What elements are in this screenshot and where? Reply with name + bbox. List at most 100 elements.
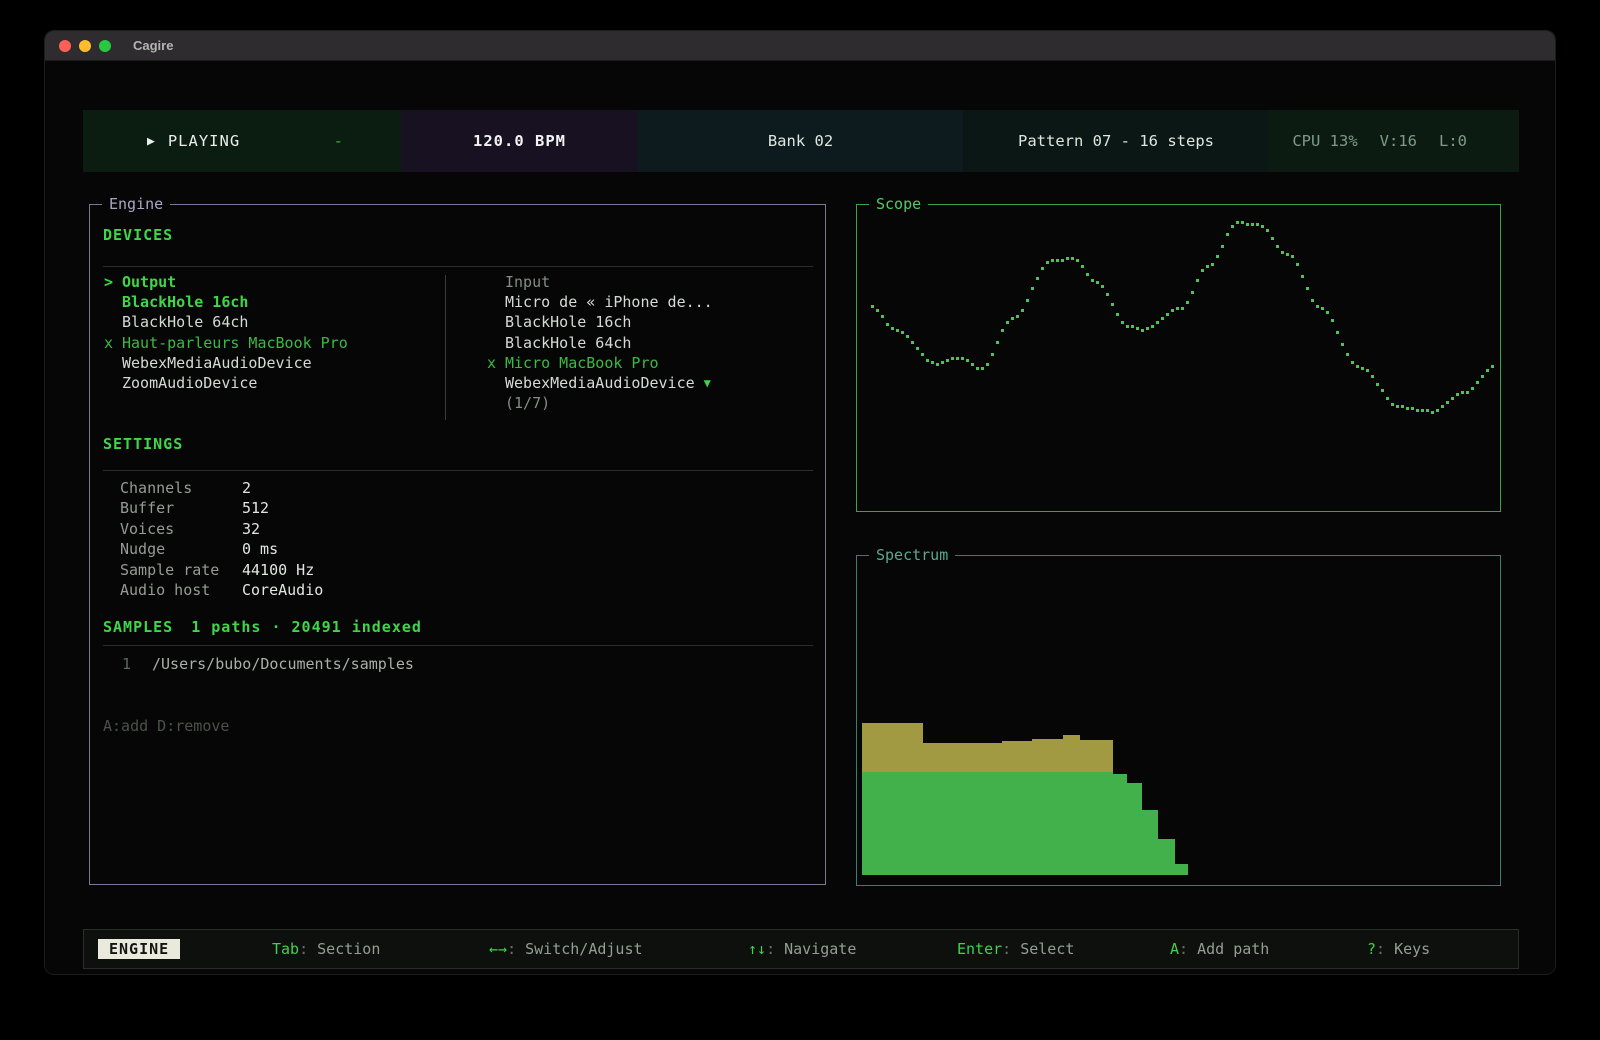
spectrum-bar-level <box>923 772 1002 875</box>
bpm-segment[interactable]: 120.0 BPM <box>401 110 638 172</box>
setting-row[interactable]: Audio hostCoreAudio <box>120 580 323 600</box>
device-item[interactable]: Input <box>487 272 713 292</box>
pattern-segment[interactable]: Pattern 07 - 16 steps <box>963 110 1269 172</box>
scope-dot <box>1166 313 1169 316</box>
sample-path-index: 1 <box>122 654 152 674</box>
device-marker <box>104 353 122 373</box>
key-hint: ←→: Switch/Adjust <box>489 940 643 958</box>
scope-dot <box>1246 223 1249 226</box>
device-label: BlackHole 64ch <box>505 333 631 353</box>
device-marker <box>487 393 505 413</box>
device-marker <box>104 292 122 312</box>
device-label: BlackHole 64ch <box>122 312 248 332</box>
device-item[interactable]: BlackHole 64ch <box>104 312 348 332</box>
scope-waveform <box>857 205 1500 511</box>
device-item[interactable]: BlackHole 16ch <box>487 312 713 332</box>
samples-meta: 1 paths · 20491 indexed <box>191 618 422 636</box>
transport-bar: ▶PLAYING - 120.0 BPM Bank 02 Pattern 07 … <box>83 110 1519 172</box>
setting-value: 32 <box>242 519 260 539</box>
device-item[interactable]: WebexMediaAudioDevice <box>104 353 348 373</box>
spectrum-bar <box>1175 864 1188 875</box>
scope-dot <box>1181 307 1184 310</box>
spectrum-bar-level <box>1080 772 1113 875</box>
scope-dot <box>1141 329 1144 332</box>
spectrum-bar-level <box>1063 772 1080 875</box>
scope-dot <box>966 359 969 362</box>
device-item[interactable]: >Output <box>104 272 348 292</box>
scope-dot <box>926 359 929 362</box>
transport-segment[interactable]: ▶PLAYING - <box>83 110 401 172</box>
device-item[interactable]: Micro de « iPhone de... <box>487 292 713 312</box>
setting-row[interactable]: Voices32 <box>120 519 323 539</box>
scope-dot <box>1226 233 1229 236</box>
scope-dot <box>971 363 974 366</box>
setting-row[interactable]: Sample rate44100 Hz <box>120 560 323 580</box>
setting-row[interactable]: Channels2 <box>120 478 323 498</box>
transport-dash: - <box>334 132 343 150</box>
scope-dot <box>1136 327 1139 330</box>
: : <box>766 940 784 958</box>
scope-dot <box>1051 259 1054 262</box>
scope-dot <box>1446 401 1449 404</box>
scope-dot <box>1461 391 1464 394</box>
bank-segment[interactable]: Bank 02 <box>638 110 963 172</box>
key-name: ←→ <box>489 940 507 958</box>
scope-dot <box>1316 305 1319 308</box>
scope-dot <box>1091 279 1094 282</box>
scope-dot <box>1126 325 1129 328</box>
: : <box>1179 940 1197 958</box>
key-action: Switch/Adjust <box>525 940 642 958</box>
device-label: WebexMediaAudioDevice <box>505 373 695 393</box>
spectrum-bar-level <box>1113 774 1127 875</box>
key-action: Section <box>317 940 380 958</box>
sample-path: /Users/bubo/Documents/samples <box>152 654 414 674</box>
scope-dot <box>1331 319 1334 322</box>
close-button[interactable] <box>59 40 71 52</box>
samples-heading: SAMPLES 1 paths · 20491 indexed <box>103 618 422 636</box>
setting-label: Voices <box>120 519 242 539</box>
setting-row[interactable]: Buffer512 <box>120 498 323 518</box>
scope-dot <box>1281 251 1284 254</box>
spectrum-bar-peak <box>1063 735 1080 772</box>
spectrum-bars <box>857 556 1500 885</box>
scope-dot <box>1101 285 1104 288</box>
scope-dot <box>1471 387 1474 390</box>
device-item[interactable]: ZoomAudioDevice <box>104 373 348 393</box>
scope-dot <box>986 363 989 366</box>
device-item[interactable]: xHaut-parleurs MacBook Pro <box>104 333 348 353</box>
spectrum-bar <box>862 723 923 875</box>
device-item[interactable]: BlackHole 16ch <box>104 292 348 312</box>
device-label: WebexMediaAudioDevice <box>122 353 312 373</box>
spectrum-panel: Spectrum <box>856 555 1501 886</box>
divider <box>103 645 813 646</box>
key-hint: ↑↓: Navigate <box>748 940 856 958</box>
minimize-button[interactable] <box>79 40 91 52</box>
device-item[interactable]: (1/7) <box>487 393 713 413</box>
stats-segment: CPU 13% V:16 L:0 <box>1269 110 1519 172</box>
scope-dot <box>891 327 894 330</box>
setting-row[interactable]: Nudge0 ms <box>120 539 323 559</box>
device-item[interactable]: BlackHole 64ch <box>487 333 713 353</box>
scope-dot <box>1476 381 1479 384</box>
spectrum-bar-level <box>1142 810 1158 875</box>
device-marker <box>487 292 505 312</box>
zoom-button[interactable] <box>99 40 111 52</box>
samples-hint: A:add D:remove <box>103 717 229 735</box>
device-marker <box>487 373 505 393</box>
sample-path-row[interactable]: 1/Users/bubo/Documents/samples <box>122 654 414 674</box>
key-action: Add path <box>1197 940 1269 958</box>
devices-heading: DEVICES <box>103 226 173 244</box>
scope-dot <box>1326 311 1329 314</box>
spectrum-bar-peak <box>862 723 923 772</box>
scope-dot <box>1311 299 1314 302</box>
scope-dot <box>1151 325 1154 328</box>
device-item[interactable]: WebexMediaAudioDevice▼ <box>487 373 713 393</box>
engine-panel-title: Engine <box>102 195 170 213</box>
scope-dot <box>1336 331 1339 334</box>
scope-dot <box>1011 317 1014 320</box>
scope-dot <box>1466 391 1469 394</box>
scope-dot <box>1156 321 1159 324</box>
scope-dot <box>1386 397 1389 400</box>
device-item[interactable]: xMicro MacBook Pro <box>487 353 713 373</box>
key-hint: A: Add path <box>1170 940 1269 958</box>
